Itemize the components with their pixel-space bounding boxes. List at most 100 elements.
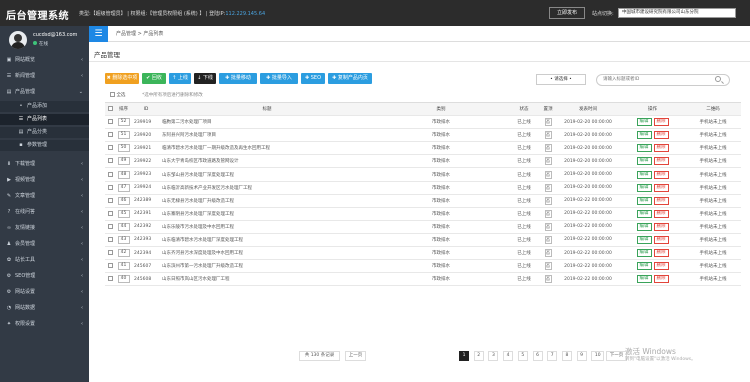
sort-input[interactable]: 48 (117, 170, 130, 179)
header-checkbox-cell[interactable] (105, 101, 115, 117)
pin-toggle[interactable]: 否 (544, 262, 552, 271)
edit-button[interactable]: 编辑 (636, 144, 652, 153)
sidebar-item-6[interactable]: ▪ 参数管理 (0, 140, 89, 151)
status-cell[interactable]: 已上线 (508, 246, 540, 261)
row-checkbox-cell[interactable] (105, 194, 115, 208)
delete-button[interactable]: 删除 (653, 249, 669, 258)
status-cell[interactable]: 已上线 (508, 233, 540, 248)
status-cell[interactable]: 已上线 (508, 207, 540, 221)
title-cell[interactable]: 山东滨州市第一污水处理厂升级改造工程 (160, 259, 374, 274)
header-checkbox[interactable] (107, 106, 113, 112)
status-cell[interactable]: 已上线 (508, 194, 540, 208)
sort-input[interactable]: 42 (117, 249, 130, 258)
title-cell[interactable]: 山东临清市碧水污水处理厂深度处理工程 (160, 233, 374, 248)
delete-button[interactable]: 删除 (653, 157, 669, 166)
sort-input[interactable]: 52 (117, 118, 130, 127)
edit-button[interactable]: 编辑 (636, 262, 652, 271)
title-cell[interactable]: 山东大学青岛校区市政道路及管网设计 (160, 154, 374, 169)
row-checkbox-cell[interactable] (105, 128, 115, 143)
status-cell[interactable]: 已上线 (508, 272, 540, 287)
delete-button[interactable]: 删除 (653, 262, 669, 271)
row-checkbox[interactable] (107, 145, 113, 151)
sidebar-item-13[interactable]: ✿ 站长工具 ‹ (0, 255, 89, 266)
row-checkbox[interactable] (107, 132, 113, 138)
row-checkbox[interactable] (107, 223, 113, 229)
status-cell[interactable]: 已上线 (508, 128, 540, 143)
pin-toggle[interactable]: 否 (544, 209, 552, 218)
delete-button[interactable]: 删除 (653, 222, 669, 231)
toolbar-button-1[interactable]: ✔ 回收 (142, 73, 166, 84)
toolbar-button-2[interactable]: ↑ 上线 (169, 73, 191, 84)
toolbar-button-4[interactable]: ✚ 批量移动 (219, 73, 257, 84)
page-button-9[interactable]: 9 (576, 351, 587, 361)
sidebar-item-15[interactable]: ⚙ 网站设置 ‹ (0, 287, 89, 298)
row-checkbox[interactable] (107, 158, 113, 164)
edit-button[interactable]: 编辑 (636, 235, 652, 244)
row-checkbox-cell[interactable] (105, 220, 115, 234)
delete-button[interactable]: 删除 (653, 144, 669, 153)
title-cell[interactable]: 山东寨阴县污水处理厂深度处理工程 (160, 207, 374, 221)
title-cell[interactable]: 东阿县兴阿污水处理厂项目 (160, 128, 374, 143)
pin-toggle[interactable]: 否 (544, 170, 552, 179)
pin-toggle[interactable]: 否 (544, 157, 552, 166)
sidebar-item-3[interactable]: • 产品添加 (0, 101, 89, 112)
delete-button[interactable]: 删除 (653, 235, 669, 244)
toolbar-button-7[interactable]: ✚ 复制产品内页 (328, 73, 372, 84)
toolbar-button-5[interactable]: ✚ 批量导入 (260, 73, 298, 84)
sidebar-item-8[interactable]: ▶ 视频管理 ‹ (0, 175, 89, 186)
row-checkbox[interactable] (107, 210, 113, 216)
sidebar-item-11[interactable]: ∞ 友情链接 ‹ (0, 223, 89, 234)
status-cell[interactable]: 已上线 (508, 167, 540, 182)
sidebar-item-9[interactable]: ✎ 文章管理 ‹ (0, 191, 89, 202)
sidebar-item-5[interactable]: ▤ 产品分类 (0, 127, 89, 138)
row-checkbox-cell[interactable] (105, 154, 115, 169)
select-all[interactable]: 全选 (110, 92, 125, 98)
sidebar-item-7[interactable]: ⬇ 下载管理 ‹ (0, 159, 89, 170)
delete-button[interactable]: 删除 (653, 196, 669, 205)
page-button-4[interactable]: 4 (503, 351, 514, 361)
row-checkbox-cell[interactable] (105, 207, 115, 221)
sort-select[interactable]: • 请选择 • (536, 74, 586, 85)
sort-input[interactable]: 47 (117, 183, 130, 192)
sort-input[interactable]: 50 (117, 144, 130, 153)
toolbar-button-0[interactable]: ✖ 删除选中项 (105, 73, 139, 84)
title-cell[interactable]: 山东齐河县污水深度处理及中水回用工程 (160, 246, 374, 261)
row-checkbox-cell[interactable] (105, 115, 115, 130)
sidebar-item-1[interactable]: ☰ 新闻管理 ‹ (0, 71, 89, 82)
search-icon[interactable] (715, 76, 721, 82)
page-button-1[interactable]: 1 (459, 351, 469, 361)
edit-button[interactable]: 编辑 (636, 275, 652, 284)
sort-input[interactable]: 43 (117, 235, 130, 244)
status-cell[interactable]: 已上线 (508, 141, 540, 156)
pin-toggle[interactable]: 否 (544, 222, 552, 231)
row-checkbox[interactable] (107, 197, 113, 203)
edit-button[interactable]: 编辑 (636, 183, 652, 192)
edit-button[interactable]: 编辑 (636, 131, 652, 140)
sort-input[interactable]: 41 (117, 262, 130, 271)
title-cell[interactable]: 山东邹山县污水处理厂深度处理工程 (160, 167, 374, 182)
delete-button[interactable]: 删除 (653, 183, 669, 192)
pin-toggle[interactable]: 否 (544, 144, 552, 153)
edit-button[interactable]: 编辑 (636, 196, 652, 205)
status-cell[interactable]: 已上线 (508, 181, 540, 195)
delete-button[interactable]: 删除 (653, 209, 669, 218)
status-cell[interactable]: 已上线 (508, 259, 540, 274)
page-button-8[interactable]: 8 (561, 351, 572, 361)
page-button-5[interactable]: 5 (517, 351, 528, 361)
pin-toggle[interactable]: 否 (544, 183, 552, 192)
delete-button[interactable]: 删除 (653, 118, 669, 127)
sort-input[interactable]: 46 (117, 196, 130, 205)
status-cell[interactable]: 已上线 (508, 220, 540, 234)
sort-input[interactable]: 49 (117, 157, 130, 166)
page-button-7[interactable]: 7 (547, 351, 558, 361)
title-cell[interactable]: 临清市碧水污水处理厂一期升级改造及再生水回用工程 (160, 141, 374, 156)
row-checkbox-cell[interactable] (105, 141, 115, 156)
publish-button[interactable]: 立即发布 (549, 7, 585, 19)
edit-button[interactable]: 编辑 (636, 209, 652, 218)
edit-button[interactable]: 编辑 (636, 118, 652, 127)
title-cell[interactable]: 山东无棣县污水处理厂升级改造工程 (160, 194, 374, 208)
row-checkbox[interactable] (107, 184, 113, 190)
sidebar-item-10[interactable]: ? 在线问答 ‹ (0, 207, 89, 218)
sidebar-item-4[interactable]: ☰ 产品列表 (0, 114, 89, 125)
row-checkbox-cell[interactable] (105, 246, 115, 261)
